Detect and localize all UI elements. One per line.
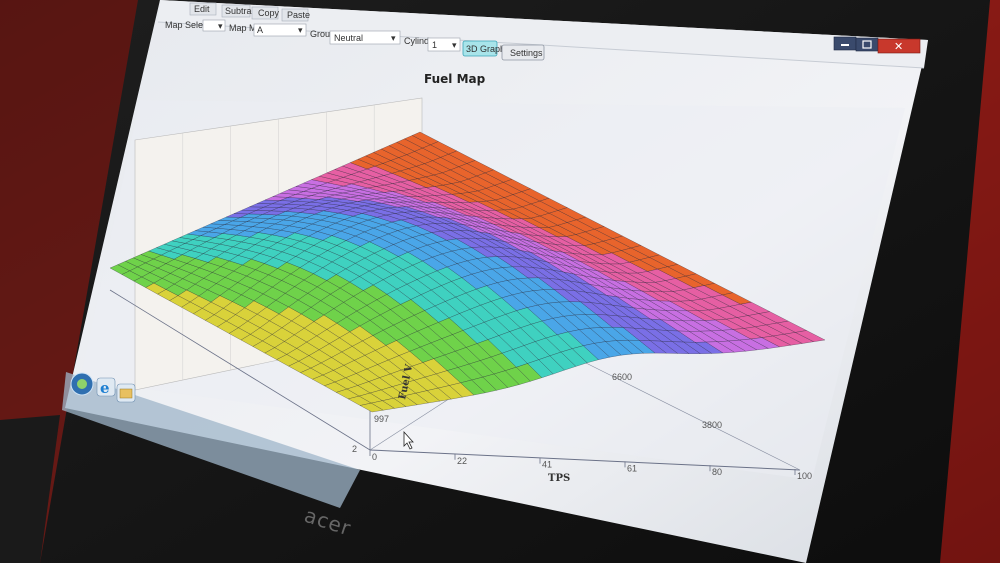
svg-text:Neutral: Neutral (334, 33, 363, 43)
svg-text:A: A (257, 25, 263, 35)
top-button-copy[interactable]: Copy (251, 6, 280, 20)
chevron-down-icon: ▾ (391, 33, 396, 43)
laptop-brand-logo: acer (301, 503, 354, 541)
z-tick-label: 997 (374, 414, 389, 424)
svg-text:1: 1 (432, 40, 437, 50)
y-tick-label: 3800 (702, 420, 722, 430)
chevron-down-icon: ▾ (218, 21, 223, 31)
svg-text:Paste: Paste (287, 10, 310, 20)
cylinder-dropdown[interactable]: 1 ▾ (427, 37, 461, 52)
windows-orb-icon[interactable] (70, 372, 94, 396)
3d-graph-button[interactable]: 3D Graph (462, 40, 505, 57)
close-button[interactable]: ✕ (877, 38, 921, 54)
svg-text:Copy: Copy (258, 8, 280, 18)
explorer-icon[interactable] (116, 383, 136, 403)
svg-text:e: e (100, 379, 110, 397)
x-tick-label: 80 (712, 467, 722, 477)
ie-icon[interactable]: e (96, 377, 116, 397)
z-tick-label: 2 (352, 444, 357, 454)
maximize-button[interactable] (855, 37, 879, 52)
svg-text:Settings: Settings (510, 48, 543, 58)
top-button-paste[interactable]: Paste (281, 8, 310, 22)
chevron-down-icon: ▾ (298, 25, 303, 35)
y-tick-label: 6600 (612, 372, 632, 382)
minimize-icon (841, 44, 849, 46)
close-icon: ✕ (894, 40, 903, 53)
map-mode-dropdown[interactable]: A ▾ (253, 23, 307, 37)
minimize-button[interactable] (833, 36, 857, 51)
svg-text:3D Graph: 3D Graph (466, 44, 505, 54)
x-tick-label: 22 (457, 456, 467, 466)
group-dropdown[interactable]: Neutral ▾ (329, 30, 401, 45)
x-tick-label: 41 (542, 460, 552, 470)
settings-button[interactable]: Settings (501, 44, 545, 61)
chevron-down-icon: ▾ (452, 40, 457, 50)
x-axis-title: TPS (548, 473, 570, 484)
map-select-dropdown[interactable]: ▾ (202, 19, 226, 32)
x-tick-label: 100 (797, 471, 812, 481)
x-tick-label: 61 (627, 463, 637, 473)
chart-title: Fuel Map (424, 72, 486, 86)
mouse-cursor-icon (403, 430, 414, 450)
svg-text:Edit: Edit (194, 4, 210, 14)
x-tick-label: 0 (372, 452, 377, 462)
top-button-edit[interactable]: Edit (189, 2, 217, 16)
